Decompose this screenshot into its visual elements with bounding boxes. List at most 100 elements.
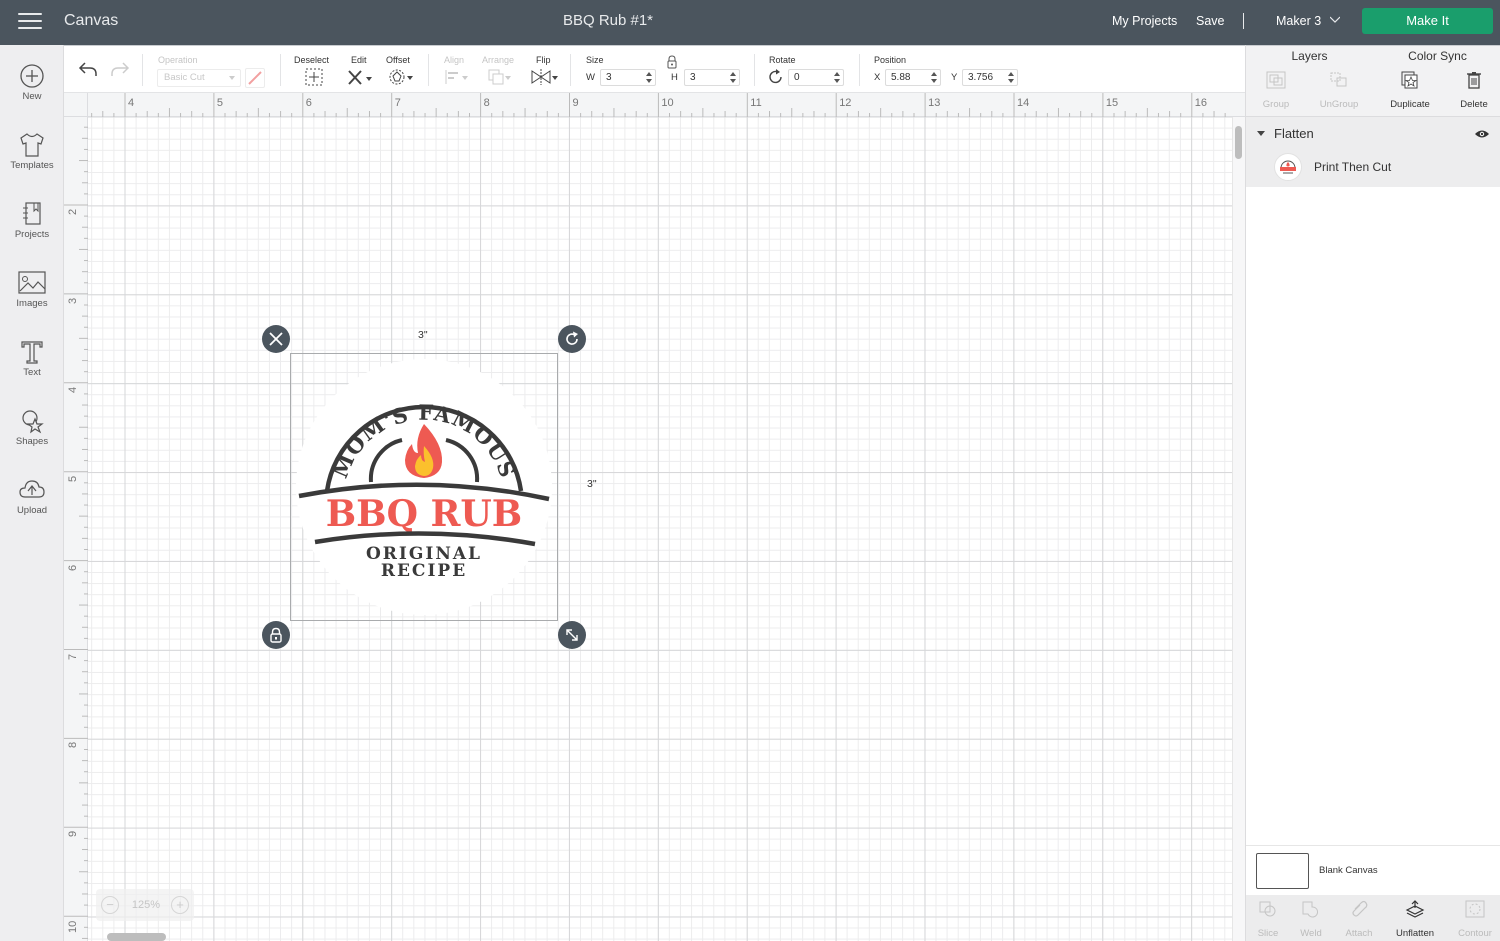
layer-group-flatten[interactable]: Flatten (1246, 123, 1500, 145)
lock-aspect-icon[interactable] (666, 55, 678, 69)
ruler-number: 5 (67, 475, 79, 482)
unflatten-button[interactable]: Unflatten (1390, 900, 1440, 939)
position-x-input[interactable]: 5.88 (885, 69, 941, 86)
ruler-number: 11 (750, 97, 762, 109)
arrange-icon[interactable] (487, 68, 513, 86)
chevron-down-icon (229, 76, 235, 80)
height-dimension-label: 3" (587, 478, 597, 490)
horizontal-ruler: 4 5 6 7 8 9 10 11 12 13 14 15 16 (64, 93, 1245, 117)
sidebar-label: Upload (16, 505, 48, 516)
layer-item[interactable]: Print Then Cut (1246, 152, 1500, 182)
arrange-label: Arrange (482, 55, 515, 65)
layer-name: Print Then Cut (1314, 160, 1392, 174)
lock-icon (270, 627, 282, 643)
stepper-icon[interactable] (834, 72, 840, 83)
divider (570, 54, 571, 86)
tshirt-icon (20, 133, 44, 157)
ruler-number: 6 (67, 564, 79, 571)
sidebar-item-shapes[interactable]: Shapes (0, 408, 64, 468)
sidebar-item-new[interactable]: New (0, 63, 64, 123)
sidebar-item-templates[interactable]: Templates (0, 132, 64, 192)
attach-button[interactable]: Attach (1334, 900, 1384, 939)
align-label: Align (444, 55, 465, 65)
zoom-in-button[interactable]: + (171, 896, 189, 914)
vertical-scrollbar[interactable] (1232, 117, 1245, 941)
height-input[interactable]: 3 (684, 69, 740, 86)
my-projects-link[interactable]: My Projects (1112, 14, 1177, 28)
width-input[interactable]: 3 (600, 69, 656, 86)
contour-button[interactable]: Contour (1450, 900, 1500, 939)
weld-button[interactable]: Weld (1286, 900, 1336, 939)
rotate-handle[interactable] (558, 325, 586, 353)
resize-icon (566, 629, 578, 641)
horizontal-scroll-thumb[interactable] (107, 933, 166, 941)
blank-canvas-swatch[interactable] (1256, 853, 1309, 889)
sidebar-item-projects[interactable]: Projects (0, 201, 64, 261)
sidebar-item-images[interactable]: Images (0, 270, 64, 330)
eye-icon[interactable] (1474, 129, 1490, 139)
panel-tabs: Layers Color Sync (1246, 45, 1500, 68)
delete-button[interactable]: Delete (1444, 71, 1500, 110)
sidebar-label: Templates (10, 160, 54, 171)
offset-icon[interactable] (388, 68, 414, 86)
operation-label: Operation (158, 55, 198, 65)
rotate-icon (566, 331, 578, 345)
layer-group-name: Flatten (1274, 126, 1314, 141)
stepper-icon[interactable] (931, 72, 937, 83)
zoom-out-button[interactable]: − (101, 896, 119, 914)
left-sidebar: New Templates Projects Images Text Shape… (0, 45, 64, 941)
sidebar-label: Shapes (15, 436, 49, 447)
rotate-label: Rotate (769, 55, 796, 65)
lock-handle[interactable] (262, 621, 290, 649)
machine-selector[interactable]: Maker 3 (1276, 14, 1321, 28)
weld-icon (1302, 901, 1319, 918)
position-y-input[interactable]: 3.756 (962, 69, 1018, 86)
make-it-button[interactable]: Make It (1362, 8, 1493, 34)
operation-color-swatch[interactable] (245, 68, 265, 88)
position-x-value: 5.88 (891, 72, 911, 83)
operation-select[interactable]: Basic Cut (157, 69, 241, 87)
vertical-scroll-thumb[interactable] (1235, 126, 1242, 159)
shapes-icon (22, 410, 44, 434)
unflatten-label: Unflatten (1395, 928, 1435, 939)
save-link[interactable]: Save (1196, 14, 1225, 28)
duplicate-button[interactable]: Duplicate (1380, 71, 1440, 110)
tab-layers[interactable]: Layers (1246, 49, 1373, 68)
caret-down-icon[interactable] (1257, 131, 1265, 136)
edit-tools-icon[interactable] (347, 68, 373, 86)
ruler-number: 13 (928, 97, 941, 109)
group-label: Group (1262, 99, 1290, 110)
group-button[interactable]: Group (1246, 71, 1306, 110)
offset-label: Offset (386, 55, 410, 65)
top-bar: Canvas BBQ Rub #1* My Projects Save Make… (0, 0, 1500, 45)
sidebar-item-upload[interactable]: Upload (0, 477, 64, 537)
ruler-number: 8 (483, 97, 490, 109)
stepper-icon[interactable] (730, 72, 736, 83)
ruler-number: 6 (305, 97, 312, 109)
redo-icon[interactable] (110, 60, 130, 78)
undo-icon[interactable] (78, 60, 98, 78)
resize-handle[interactable] (558, 621, 586, 649)
design-canvas[interactable]: 4 5 6 7 8 9 10 11 12 13 14 15 16 2 3 4 5 6 7 8 9 10 MOM'S FA… (64, 93, 1245, 941)
zoom-level: 125% (131, 899, 161, 911)
trash-icon (1467, 72, 1481, 89)
align-icon[interactable] (444, 68, 470, 86)
sidebar-item-text[interactable]: Text (0, 339, 64, 399)
stepper-icon[interactable] (1008, 72, 1014, 83)
ungroup-label: UnGroup (1319, 99, 1359, 110)
deselect-icon[interactable] (305, 68, 323, 86)
stepper-icon[interactable] (646, 72, 652, 83)
delete-handle[interactable] (262, 325, 290, 353)
height-letter: H (671, 72, 678, 83)
ruler-number: 16 (1194, 97, 1208, 109)
canvas-grid[interactable] (88, 117, 1233, 941)
chevron-down-icon[interactable] (1330, 14, 1340, 24)
ungroup-button[interactable]: UnGroup (1309, 71, 1369, 110)
delete-label: Delete (1460, 99, 1488, 110)
cloud-upload-icon (19, 480, 45, 498)
rotate-input[interactable]: 0 (788, 69, 844, 86)
tab-color-sync[interactable]: Color Sync (1374, 49, 1500, 63)
selection-bounding-box[interactable] (290, 353, 558, 621)
sidebar-label: Images (16, 298, 48, 309)
flip-icon[interactable] (530, 68, 560, 86)
